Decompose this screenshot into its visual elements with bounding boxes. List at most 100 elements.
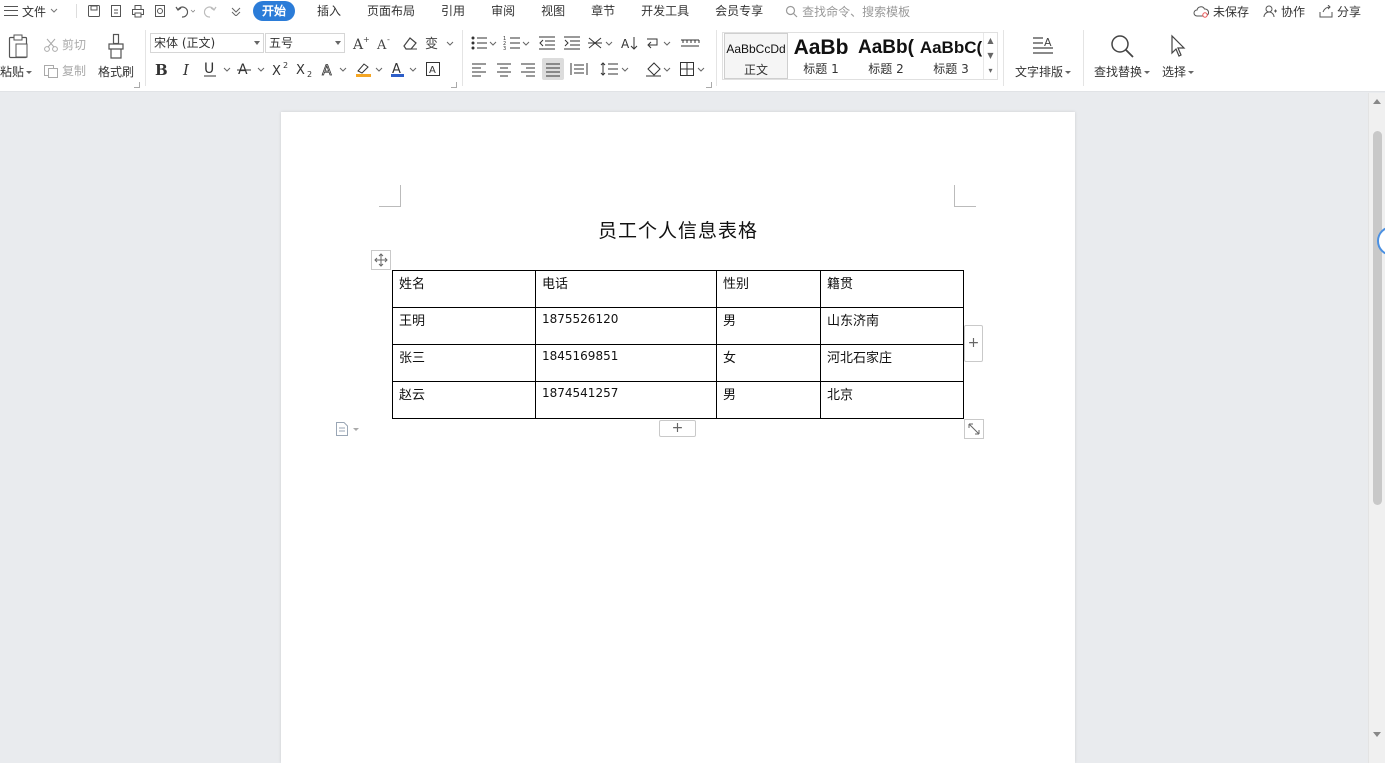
table-header-cell[interactable]: 姓名 [392,270,536,308]
scroll-down-icon[interactable] [1373,732,1381,737]
highlight-button[interactable] [354,60,384,78]
clear-format-button[interactable] [401,34,419,52]
table-move-handle[interactable] [371,250,391,270]
borders-button[interactable] [679,60,707,78]
export-pdf-icon[interactable] [109,4,123,18]
table-cell[interactable]: 张三 [392,344,536,382]
decrease-font-button[interactable]: A- [376,34,394,52]
distributed-align-button[interactable] [569,60,589,78]
clipboard-group-launcher[interactable] [134,82,140,88]
tab-references[interactable]: 引用 [429,1,477,21]
sort-button[interactable]: A [620,34,640,52]
style-normal[interactable]: AaBbCcDd 正文 [724,33,788,79]
decrease-indent-button[interactable] [537,34,557,52]
table-cell[interactable]: 山东济南 [820,307,964,345]
collaborate-button[interactable]: 协作 [1263,3,1305,20]
align-left-button[interactable] [470,60,488,78]
font-name-select[interactable]: 宋体 (正文) [150,33,264,53]
font-size-select[interactable]: 五号 [265,33,345,53]
align-center-button[interactable] [495,60,513,78]
bullet-list-button[interactable] [470,34,498,52]
underline-button[interactable]: U [202,60,232,78]
align-right-button[interactable] [519,60,537,78]
table-cell[interactable]: 男 [716,307,821,345]
table-header-cell[interactable]: 电话 [535,270,717,308]
character-border-button[interactable]: A [424,60,442,78]
vertical-scrollbar[interactable] [1368,93,1385,763]
unsaved-status[interactable]: 未保存 [1193,3,1249,20]
line-spacing-button[interactable] [600,60,630,78]
table-cell[interactable]: 1874541257 [535,381,717,419]
save-icon[interactable] [87,4,101,18]
table-cell[interactable]: 北京 [820,381,964,419]
command-search[interactable]: 查找命令、搜索模板 [785,3,910,20]
chinese-layout-button[interactable] [587,34,615,52]
table-cell[interactable]: 1875526120 [535,307,717,345]
justify-button[interactable] [542,58,564,80]
find-replace-label-wrap[interactable]: 查找替换 [1094,63,1151,80]
file-menu[interactable]: 文件 [0,3,72,20]
document-page[interactable]: 员工个人信息表格 姓名 电话 性别 籍贯 王明 1875526120 男 山东济… [281,112,1075,763]
customize-toolbar-icon[interactable] [231,6,241,16]
font-color-button[interactable]: A [389,60,419,78]
select-button[interactable] [1166,32,1190,60]
tab-insert[interactable]: 插入 [305,1,353,21]
table-header-cell[interactable]: 性别 [716,270,821,308]
increase-indent-button[interactable] [562,34,582,52]
italic-button[interactable]: I [178,60,196,78]
tab-developer[interactable]: 开发工具 [629,1,701,21]
share-button[interactable]: 分享 [1319,3,1361,20]
print-icon[interactable] [131,4,145,18]
subscript-button[interactable]: X2 [295,60,315,78]
style-heading-1[interactable]: AaBb 标题 1 [789,33,853,79]
tab-section[interactable]: 章节 [579,1,627,21]
shading-button[interactable] [645,60,673,78]
document-title[interactable]: 员工个人信息表格 [281,216,1075,243]
table-cell[interactable]: 1845169851 [535,344,717,382]
table-header-cell[interactable]: 籍贯 [820,270,964,308]
find-replace-button[interactable] [1108,32,1136,60]
text-layout-label-wrap[interactable]: 文字排版 [1015,63,1072,80]
tab-stops-button[interactable] [679,34,701,52]
tab-home[interactable]: 开始 [253,1,296,21]
style-heading-2[interactable]: AaBb( 标题 2 [854,33,918,79]
tab-page-layout[interactable]: 页面布局 [355,1,427,21]
show-marks-button[interactable] [645,34,673,52]
strikethrough-button[interactable]: A [236,60,266,78]
styles-scroll-down-icon[interactable]: ▼ [984,48,997,63]
tab-view[interactable]: 视图 [529,1,577,21]
format-painter-button[interactable] [103,32,129,60]
bold-button[interactable]: B [152,60,170,78]
paragraph-options-button[interactable] [335,421,359,437]
cut-button[interactable]: 剪切 [43,36,86,53]
redo-icon[interactable] [203,4,223,18]
select-label-wrap[interactable]: 选择 [1162,63,1195,80]
add-row-button[interactable]: + [659,420,696,437]
table-resize-handle[interactable] [964,419,984,439]
font-group-launcher[interactable] [451,82,457,88]
text-effects-button[interactable]: A [320,60,350,78]
table-cell[interactable]: 河北石家庄 [820,344,964,382]
paragraph-group-launcher[interactable] [706,82,712,88]
tab-review[interactable]: 审阅 [479,1,527,21]
undo-icon[interactable] [175,4,195,18]
style-heading-3[interactable]: AaBbC( 标题 3 [919,33,983,79]
numbered-list-button[interactable]: 123 [503,34,531,52]
superscript-button[interactable]: X2 [271,60,291,78]
table-cell[interactable]: 女 [716,344,821,382]
copy-button[interactable]: 复制 [43,62,86,79]
tab-member[interactable]: 会员专享 [703,1,775,21]
scroll-up-icon[interactable] [1373,99,1381,104]
table-cell[interactable]: 赵云 [392,381,536,419]
print-preview-icon[interactable] [153,4,167,18]
increase-font-button[interactable]: A + [352,34,370,52]
styles-expand-icon[interactable]: ▾ [984,63,997,78]
styles-scroll-up-icon[interactable]: ▲ [984,33,997,48]
scrollbar-thumb[interactable] [1373,131,1382,505]
add-column-button[interactable]: + [964,325,983,362]
text-layout-button[interactable]: A [1030,32,1056,60]
table-cell[interactable]: 王明 [392,307,536,345]
paste-label-wrap[interactable]: 粘贴 [0,63,33,80]
paste-button[interactable] [6,32,30,60]
phonetic-guide-button[interactable]: 变 [424,34,454,52]
